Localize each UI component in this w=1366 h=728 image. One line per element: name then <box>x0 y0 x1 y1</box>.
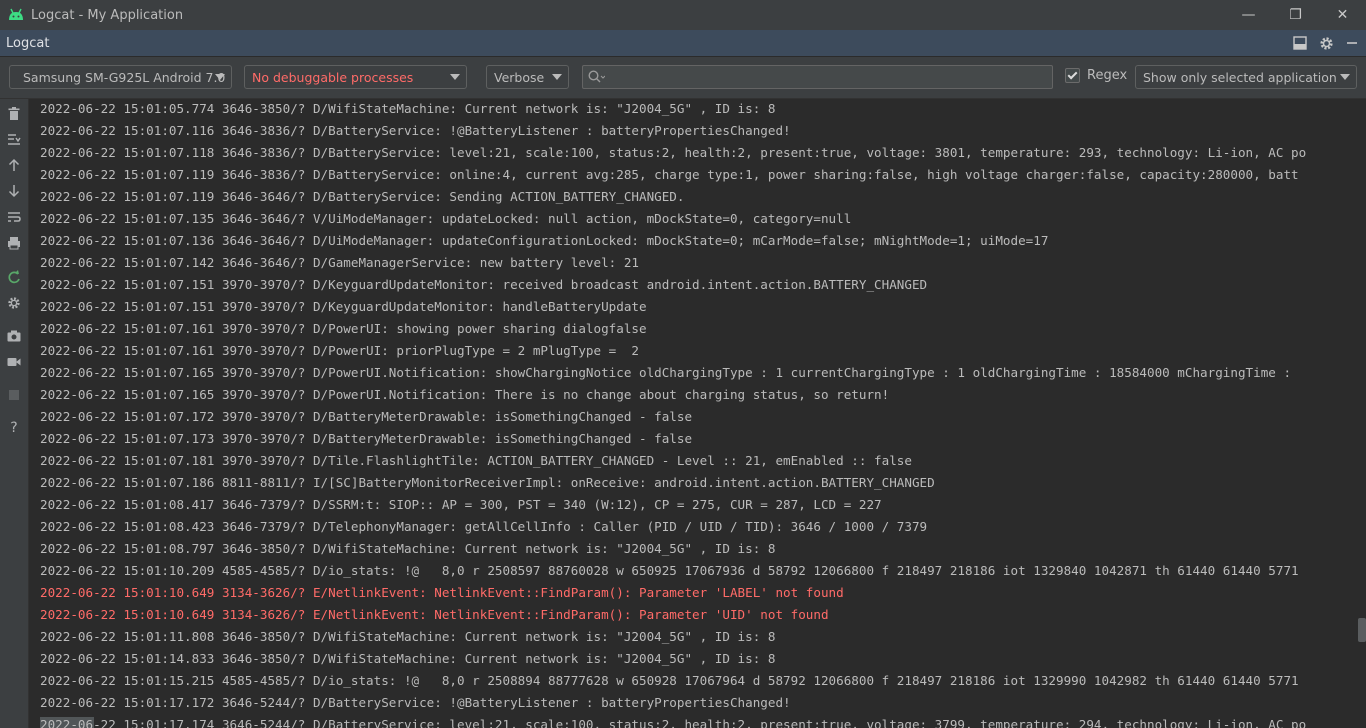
toolwindow-title: Logcat <box>6 35 50 51</box>
log-line: 2022-06-22 15:01:08.417 3646-7379/? D/SS… <box>40 497 882 512</box>
logcat-output[interactable]: 2022-06-22 15:01:05.774 3646-3850/? D/Wi… <box>29 99 1366 728</box>
log-line: 2022-06-22 15:01:07.161 3970-3970/? D/Po… <box>40 321 647 336</box>
log-line: 2022-06-22 15:01:07.165 3970-3970/? D/Po… <box>40 365 1292 380</box>
arrow-down-icon[interactable] <box>5 182 23 200</box>
android-icon <box>9 8 23 20</box>
log-line: 2022-06-22 15:01:07.172 3970-3970/? D/Ba… <box>40 409 693 424</box>
log-line: 2022-06-22 15:01:07.181 3970-3970/? D/Ti… <box>40 453 912 468</box>
scroll-to-end-icon[interactable] <box>5 130 23 148</box>
log-line: 2022-06-22 15:01:17.174 3646-5244/? D/Ba… <box>40 717 1307 728</box>
chevron-down-icon <box>450 74 460 80</box>
close-button[interactable]: ✕ <box>1319 0 1366 30</box>
help-icon[interactable]: ? <box>5 419 23 437</box>
window-titlebar: Logcat - My Application — ❐ ✕ <box>0 0 1366 30</box>
log-line: 2022-06-22 15:01:07.151 3970-3970/? D/Ke… <box>40 277 928 292</box>
log-line: 2022-06-22 15:01:10.209 4585-4585/? D/io… <box>40 563 1299 578</box>
log-line: 2022-06-22 15:01:07.136 3646-3646/? D/Ui… <box>40 233 1049 248</box>
settings-gear-icon[interactable] <box>5 294 23 312</box>
log-line: 2022-06-22 15:01:07.119 3646-3646/? D/Ba… <box>40 189 685 204</box>
log-line: 2022-06-22 15:01:10.649 3134-3626/? E/Ne… <box>40 585 844 600</box>
log-line: 2022-06-22 15:01:07.135 3646-3646/? V/Ui… <box>40 211 852 226</box>
device-selector-value: Samsung SM-G925L Android 7.0 <box>23 69 226 85</box>
log-line: 2022-06-22 15:01:11.808 3646-3850/? D/Wi… <box>40 629 776 644</box>
restore-button[interactable]: ❐ <box>1272 0 1319 30</box>
log-line: 2022-06-22 15:01:14.833 3646-3850/? D/Wi… <box>40 651 776 666</box>
process-selector-value: No debuggable processes <box>252 69 414 85</box>
arrow-up-icon[interactable] <box>5 156 23 174</box>
chevron-down-icon <box>1340 74 1350 80</box>
print-icon[interactable] <box>5 234 23 252</box>
layout-icon[interactable] <box>1292 35 1308 51</box>
log-line: 2022-06-22 15:01:05.774 3646-3850/? D/Wi… <box>40 101 776 116</box>
log-line: 2022-06-22 15:01:07.142 3646-3646/? D/Ga… <box>40 255 639 270</box>
stop-icon[interactable] <box>5 386 23 404</box>
process-selector[interactable]: No debuggable processes <box>244 65 467 89</box>
screenshot-camera-icon[interactable] <box>5 327 23 345</box>
minimize-button[interactable]: — <box>1225 0 1272 30</box>
window-title: Logcat - My Application <box>31 7 184 23</box>
log-line: 2022-06-22 15:01:08.797 3646-3850/? D/Wi… <box>40 541 776 556</box>
filter-config-selector[interactable]: Show only selected application <box>1135 65 1357 89</box>
restart-icon[interactable] <box>5 268 23 286</box>
soft-wrap-icon[interactable] <box>5 208 23 226</box>
log-line: 2022-06-22 15:01:15.215 4585-4585/? D/io… <box>40 673 1299 688</box>
search-field[interactable] <box>582 65 1053 89</box>
log-line: 2022-06-22 15:01:07.165 3970-3970/? D/Po… <box>40 387 890 402</box>
log-line: 2022-06-22 15:01:10.649 3134-3626/? E/Ne… <box>40 607 829 622</box>
filter-config-value: Show only selected application <box>1143 69 1337 85</box>
trash-icon[interactable] <box>5 105 23 123</box>
regex-toggle[interactable]: Regex <box>1065 68 1127 83</box>
log-line: 2022-06-22 15:01:07.186 8811-8811/? I/[S… <box>40 475 935 490</box>
window-controls: — ❐ ✕ <box>1225 0 1366 30</box>
toolwindow-actions <box>1292 30 1360 56</box>
minimize-panel-icon[interactable] <box>1344 35 1360 51</box>
log-line: 2022-06-22 15:01:07.173 3970-3970/? D/Ba… <box>40 431 693 446</box>
log-line: 2022-06-22 15:01:07.151 3970-3970/? D/Ke… <box>40 299 647 314</box>
gear-icon[interactable] <box>1318 35 1334 51</box>
log-line: 2022-06-22 15:01:07.116 3646-3836/? D/Ba… <box>40 123 791 138</box>
logcat-toolwindow-header: Logcat <box>0 30 1366 57</box>
chevron-down-icon <box>215 74 225 80</box>
log-line: 2022-06-22 15:01:07.119 3646-3836/? D/Ba… <box>40 167 1299 182</box>
vertical-scrollbar-thumb[interactable] <box>1358 618 1366 642</box>
log-line: 2022-06-22 15:01:17.172 3646-5244/? D/Ba… <box>40 695 791 710</box>
log-level-selector[interactable]: Verbose <box>486 65 569 89</box>
screen-record-icon[interactable] <box>5 353 23 371</box>
chevron-down-icon <box>552 74 562 80</box>
search-input[interactable] <box>609 68 1043 88</box>
log-line: 2022-06-22 15:01:07.161 3970-3970/? D/Po… <box>40 343 639 358</box>
regex-checkbox[interactable] <box>1065 68 1080 83</box>
logcat-filter-bar: Samsung SM-G925L Android 7.0 No debuggab… <box>0 57 1366 99</box>
log-line: 2022-06-22 15:01:07.118 3646-3836/? D/Ba… <box>40 145 1307 160</box>
search-icon <box>588 70 605 83</box>
device-selector[interactable]: Samsung SM-G925L Android 7.0 <box>9 65 232 89</box>
log-line: 2022-06-22 15:01:08.423 3646-7379/? D/Te… <box>40 519 928 534</box>
regex-label: Regex <box>1087 68 1128 83</box>
log-level-value: Verbose <box>494 69 545 85</box>
logcat-side-toolbar: ? <box>0 99 29 728</box>
